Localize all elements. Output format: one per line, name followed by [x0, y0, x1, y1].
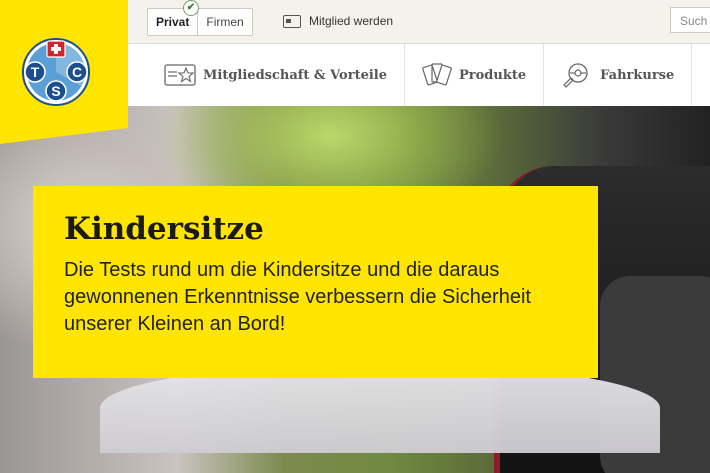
tcs-logo[interactable]: T C S [21, 36, 91, 106]
nav-item-membership[interactable]: Mitgliedschaft & Vorteile [128, 44, 405, 106]
membership-card-icon [164, 64, 196, 86]
checkmark-icon: ✔ [183, 0, 199, 16]
tab-business[interactable]: Firmen [198, 9, 251, 35]
tab-private[interactable]: Privat ✔ [148, 0, 199, 35]
product-cards-icon [422, 63, 452, 86]
tab-private-label: Privat [156, 15, 190, 29]
become-member-link[interactable]: Mitglied werden [283, 8, 393, 34]
page-title: Kindersitze [64, 211, 264, 247]
hero-description: Die Tests rund um die Kindersitze und di… [64, 259, 531, 335]
logo-letter-c: C [72, 64, 82, 80]
nav-item-label: Fahrkurse [600, 67, 675, 83]
top-bar: Privat ✔ Firmen Mitglied werden Such [128, 0, 710, 44]
search-input[interactable]: Such [670, 7, 710, 33]
logo-letter-t: T [31, 64, 40, 80]
nav-item-driving-courses[interactable]: Fahrkurse [544, 44, 693, 106]
membership-card-icon [283, 14, 301, 28]
nav-item-products[interactable]: Produkte [405, 44, 545, 106]
hero-text-box: Kindersitze Die Tests rund um die Kinder… [33, 186, 598, 378]
nav-item-label: Mitgliedschaft & Vorteile [203, 67, 387, 83]
become-member-label: Mitglied werden [309, 14, 394, 28]
logo-letter-s: S [51, 83, 60, 99]
main-nav: Mitgliedschaft & Vorteile Produkte Fahrk… [128, 44, 710, 106]
nav-item-label: Produkte [459, 67, 527, 83]
customer-type-switch: Privat ✔ Firmen [147, 0, 253, 36]
driving-course-icon [563, 63, 588, 88]
